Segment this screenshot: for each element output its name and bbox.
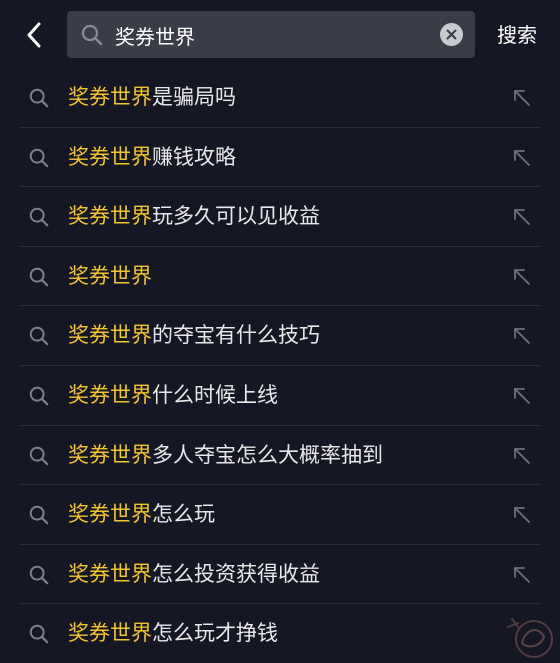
search-icon bbox=[29, 505, 49, 525]
suggestion-highlight: 奖券世界 bbox=[68, 442, 152, 467]
suggestion-rest: 赚钱攻略 bbox=[152, 144, 236, 169]
suggestion-text: 奖券世界 bbox=[68, 261, 152, 291]
suggestion-highlight: 奖券世界 bbox=[68, 85, 152, 109]
search-screen: 搜索 奖券世界是骗局吗奖券世界赚钱攻略奖券世界玩多久可以见收益奖券世界奖券世界的… bbox=[0, 0, 560, 663]
suggestion-item[interactable]: 奖券世界怎么玩 bbox=[0, 485, 560, 545]
suggestion-highlight: 奖券世界 bbox=[68, 144, 152, 169]
suggestion-highlight: 奖券世界 bbox=[68, 263, 152, 288]
suggestion-item[interactable]: 奖券世界的夺宝有什么技巧 bbox=[0, 306, 560, 366]
arrow-up-left-icon[interactable] bbox=[512, 207, 532, 227]
search-icon bbox=[29, 625, 49, 644]
suggestion-item[interactable]: 奖券世界怎么投资获得收益 bbox=[0, 545, 560, 605]
suggestion-rest: 多人夺宝怎么大概率抽到 bbox=[152, 442, 383, 467]
suggestion-highlight: 奖券世界 bbox=[68, 621, 152, 646]
clear-button[interactable] bbox=[440, 23, 463, 46]
search-icon bbox=[29, 148, 49, 167]
arrow-up-left-icon[interactable] bbox=[512, 267, 532, 287]
search-submit-button[interactable]: 搜索 bbox=[497, 22, 537, 48]
search-icon bbox=[29, 446, 49, 465]
arrow-up-left-icon[interactable] bbox=[512, 148, 532, 168]
suggestion-highlight: 奖券世界 bbox=[68, 502, 152, 527]
search-icon bbox=[29, 565, 49, 585]
arrow-up-left-icon[interactable] bbox=[512, 505, 532, 525]
suggestion-item[interactable]: 奖券世界怎么玩才挣钱 bbox=[0, 604, 560, 663]
suggestion-item[interactable]: 奖券世界是骗局吗 bbox=[0, 68, 560, 128]
search-input[interactable] bbox=[115, 19, 415, 51]
suggestion-rest: 的夺宝有什么技巧 bbox=[152, 323, 320, 348]
suggestion-rest: 是骗局吗 bbox=[152, 85, 236, 109]
arrow-up-left-icon[interactable] bbox=[512, 326, 532, 346]
chevron-left-icon bbox=[27, 22, 41, 48]
suggestion-rest: 玩多久可以见收益 bbox=[152, 204, 320, 229]
suggestion-item[interactable]: 奖券世界什么时候上线 bbox=[0, 366, 560, 426]
watermark-logo bbox=[507, 618, 553, 658]
suggestion-item[interactable]: 奖券世界赚钱攻略 bbox=[0, 128, 560, 188]
suggestion-rest: 怎么玩 bbox=[152, 502, 215, 527]
suggestion-highlight: 奖券世界 bbox=[68, 561, 152, 586]
suggestion-highlight: 奖券世界 bbox=[68, 382, 152, 407]
suggestion-item[interactable]: 奖券世界多人夺宝怎么大概率抽到 bbox=[0, 426, 560, 486]
suggestion-rest: 什么时候上线 bbox=[152, 382, 278, 407]
search-icon bbox=[29, 207, 49, 227]
clear-circle-icon bbox=[446, 29, 457, 40]
suggestion-text: 奖券世界赚钱攻略 bbox=[68, 142, 236, 172]
search-header: 搜索 bbox=[0, 0, 560, 68]
search-icon bbox=[29, 267, 49, 287]
arrow-up-left-icon[interactable] bbox=[512, 565, 532, 585]
arrow-up-left-icon[interactable] bbox=[512, 386, 532, 406]
search-icon bbox=[29, 88, 49, 108]
search-box[interactable] bbox=[67, 11, 475, 58]
suggestion-item[interactable]: 奖券世界玩多久可以见收益 bbox=[0, 187, 560, 247]
arrow-up-left-icon[interactable] bbox=[512, 88, 532, 108]
suggestion-list: 奖券世界是骗局吗 奖券世界赚钱攻略 奖券世界玩多久可以见收益 奖券世界 奖券世界的夺宝有… bbox=[0, 68, 560, 663]
search-icon bbox=[29, 327, 49, 346]
arrow-up-left-icon[interactable] bbox=[512, 446, 532, 466]
suggestion-rest: 怎么玩才挣钱 bbox=[152, 621, 278, 646]
suggestion-text: 奖券世界玩多久可以见收益 bbox=[68, 201, 320, 231]
suggestion-item[interactable]: 奖券世界 bbox=[0, 247, 560, 307]
suggestion-text: 奖券世界多人夺宝怎么大概率抽到 bbox=[68, 440, 383, 470]
search-icon bbox=[29, 386, 49, 406]
search-icon bbox=[81, 24, 103, 46]
suggestion-rest: 怎么投资获得收益 bbox=[152, 561, 320, 586]
suggestion-text: 奖券世界怎么投资获得收益 bbox=[68, 559, 320, 589]
back-button[interactable] bbox=[18, 17, 50, 53]
suggestion-text: 奖券世界怎么玩才挣钱 bbox=[68, 618, 278, 648]
suggestion-text: 奖券世界是骗局吗 bbox=[68, 82, 236, 112]
suggestion-text: 奖券世界怎么玩 bbox=[68, 499, 215, 529]
suggestion-text: 奖券世界什么时候上线 bbox=[68, 380, 278, 410]
suggestion-highlight: 奖券世界 bbox=[68, 204, 152, 229]
suggestion-text: 奖券世界的夺宝有什么技巧 bbox=[68, 320, 320, 350]
suggestion-highlight: 奖券世界 bbox=[68, 323, 152, 348]
